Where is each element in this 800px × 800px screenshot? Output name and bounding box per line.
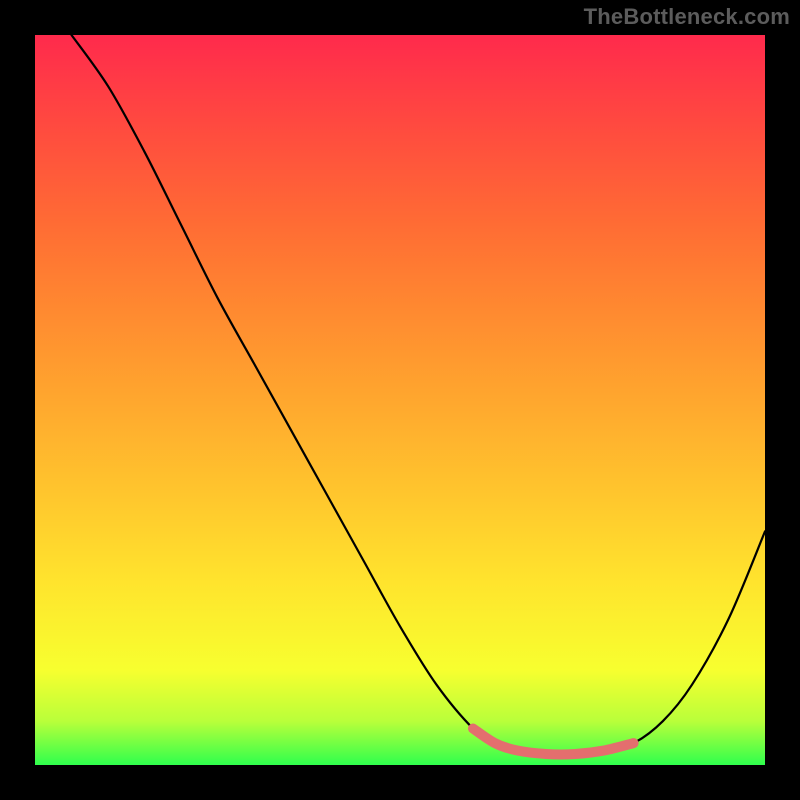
plot-overlay [35, 35, 765, 765]
watermark-label: TheBottleneck.com [584, 4, 790, 30]
optimal-range-highlight [473, 729, 634, 755]
bottleneck-curve [72, 35, 766, 755]
plot-area [35, 35, 765, 765]
chart-frame: TheBottleneck.com [0, 0, 800, 800]
